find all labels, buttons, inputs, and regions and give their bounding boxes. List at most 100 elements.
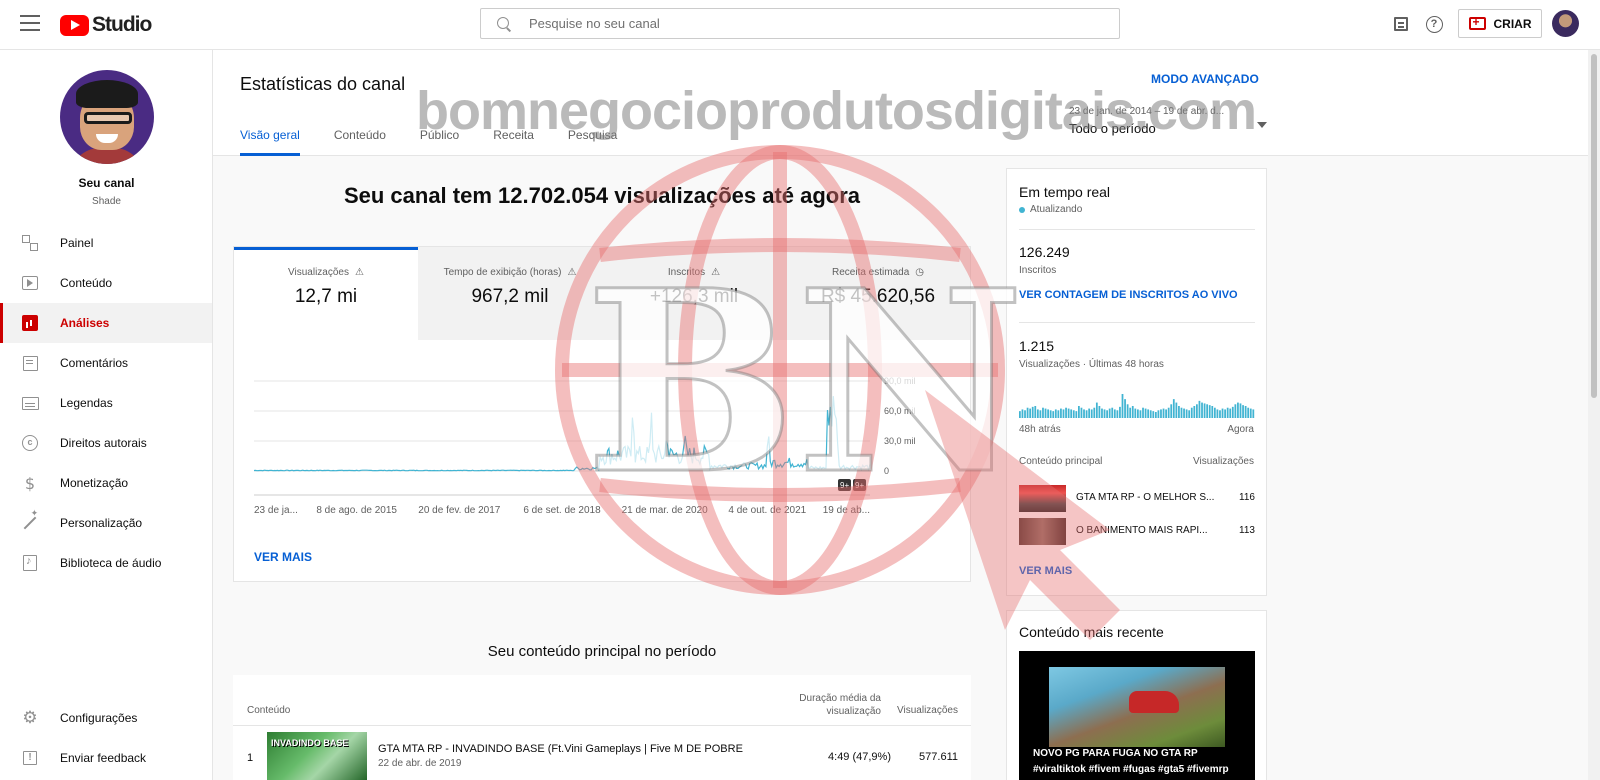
top-content-table: Conteúdo Duração média da visualização V… <box>233 675 971 780</box>
spark-bar <box>1154 412 1157 418</box>
spark-bar <box>1152 411 1155 418</box>
caption-line: NOVO PG PARA FUGA NO GTA RP <box>1033 748 1198 759</box>
spark-bar <box>1137 409 1139 418</box>
sidebar-item-customization[interactable]: Personalização <box>0 503 212 543</box>
spark-bar <box>1221 408 1224 418</box>
spark-bar <box>1144 408 1147 418</box>
list-item[interactable]: O BANIMENTO MAIS RÁPI... 113 <box>1019 518 1255 546</box>
spark-bar <box>1062 409 1065 418</box>
video-views: 116 <box>1239 492 1255 503</box>
sidebar-item-feedback[interactable]: ! Enviar feedback <box>0 738 212 778</box>
sidebar-item-audio-library[interactable]: Biblioteca de áudio <box>0 543 212 583</box>
sidebar-item-content[interactable]: Conteúdo <box>0 263 212 303</box>
recent-content-card: Conteúdo mais recente NOVO PG PARA FUGA … <box>1006 610 1267 780</box>
channel-avatar[interactable] <box>60 70 154 164</box>
see-more-link[interactable]: VER MAIS <box>1019 565 1072 577</box>
analytics-icon <box>21 314 39 332</box>
metric-revenue[interactable]: Receita estimada ◷ R$ 45.620,56 <box>786 247 970 340</box>
video-title[interactable]: GTA MTA RP - INVADINDO BASE (Ft.Vini Gam… <box>378 743 743 755</box>
spark-start-label: 48h atrás <box>1019 424 1061 435</box>
spark-bar <box>1060 408 1062 418</box>
table-row[interactable]: 1 INVADINDO BASE GTA MTA RP - INVADINDO … <box>233 725 971 780</box>
chart-marker-label: 9+ <box>840 481 849 490</box>
tab-content[interactable]: Conteúdo <box>334 122 386 156</box>
video-views: 113 <box>1239 525 1255 536</box>
search-box[interactable] <box>480 8 1120 39</box>
advanced-mode-link[interactable]: MODO AVANÇADO <box>1151 72 1259 86</box>
recent-video-caption: NOVO PG PARA FUGA NO GTA RP #viraltiktok… <box>1033 746 1229 778</box>
search-input[interactable] <box>529 16 1089 31</box>
metric-label: Inscritos <box>667 267 706 278</box>
spark-bar <box>1206 404 1209 418</box>
create-label: CRIAR <box>1493 16 1532 31</box>
spark-bar <box>1078 406 1080 418</box>
spark-bar <box>1098 406 1101 418</box>
x-tick-label: 21 de mar. de 2020 <box>622 505 709 516</box>
account-avatar[interactable] <box>1552 10 1579 37</box>
y-tick-label: 30,0 mil <box>884 436 916 446</box>
sidebar-item-comments[interactable]: Comentários <box>0 343 212 383</box>
spark-bar <box>1065 407 1067 418</box>
spark-bar <box>1103 409 1106 418</box>
spark-bar <box>1183 408 1185 418</box>
spark-bar <box>1198 400 1201 418</box>
studio-logo[interactable]: Studio <box>60 13 152 37</box>
page-scrollbar[interactable] <box>1588 50 1600 780</box>
video-title: GTA MTA RP - O MELHOR S... <box>1076 492 1215 503</box>
live-subscriber-count-link[interactable]: VER CONTAGEM DE INSCRITOS AO VIVO <box>1019 289 1238 301</box>
spark-bar <box>1119 406 1121 418</box>
col-duration-header: Duração média da visualização <box>799 693 881 717</box>
spark-bar <box>1149 410 1152 418</box>
spark-bar <box>1070 409 1073 418</box>
metric-watch-time[interactable]: Tempo de exibição (horas) ⚠ 967,2 mil <box>418 247 602 340</box>
video-thumbnail[interactable]: INVADINDO BASE <box>267 732 367 780</box>
video-thumbnail <box>1019 485 1066 512</box>
tab-overview[interactable]: Visão geral <box>240 122 300 156</box>
video-views: 577.611 <box>919 751 958 763</box>
see-more-link[interactable]: VER MAIS <box>254 550 312 564</box>
tab-revenue[interactable]: Receita <box>493 122 534 156</box>
metric-subscribers[interactable]: Inscritos ⚠ +126,3 mil <box>602 247 786 340</box>
overview-chart-card: Visualizações ⚠ 12,7 mi Tempo de exibição… <box>233 246 971 582</box>
metric-tabs: Visualizações ⚠ 12,7 mi Tempo de exibição… <box>234 247 970 340</box>
scrollbar-thumb[interactable] <box>1591 54 1597 398</box>
sidebar-item-label: Personalização <box>60 516 143 530</box>
spark-bar <box>1072 410 1075 418</box>
x-tick-label: 4 de out. de 2021 <box>728 505 806 516</box>
create-button[interactable]: CRIAR <box>1458 9 1542 38</box>
dashboard-icon <box>21 234 39 252</box>
sidebar-item-analytics[interactable]: Análises <box>0 303 212 343</box>
sidebar-item-dashboard[interactable]: Painel <box>0 223 212 263</box>
y-tick-label: 60,0 mil <box>884 406 916 416</box>
sidebar-item-subtitles[interactable]: Legendas <box>0 383 212 423</box>
metric-views[interactable]: Visualizações ⚠ 12,7 mi <box>234 247 418 340</box>
row-rank: 1 <box>247 752 254 764</box>
metric-label: Visualizações <box>288 267 349 278</box>
logo-text: Studio <box>92 13 152 36</box>
tab-research[interactable]: Pesquisa <box>568 122 617 156</box>
feedback-top-icon[interactable] <box>1390 13 1412 35</box>
date-range-picker[interactable]: 23 de jan. de 2014 – 19 de abr. d... Tod… <box>1069 106 1267 146</box>
spark-bar <box>1088 408 1091 418</box>
spark-bar <box>1162 408 1165 418</box>
spark-bar <box>1249 408 1252 418</box>
spark-bar <box>1106 410 1108 418</box>
clock-icon: ◷ <box>915 267 924 278</box>
sidebar-item-monetization[interactable]: $ Monetização <box>0 463 212 503</box>
tab-audience[interactable]: Público <box>420 122 459 156</box>
menu-icon[interactable] <box>20 15 40 31</box>
sidebar-item-settings[interactable]: ⚙ Configurações <box>0 698 212 738</box>
spark-bar <box>1054 409 1057 418</box>
sidebar-item-copyright[interactable]: c Direitos autorais <box>0 423 212 463</box>
help-icon[interactable]: ? <box>1423 13 1445 35</box>
top-bar: Studio ? CRIAR <box>0 0 1600 50</box>
recent-video-thumbnail[interactable]: NOVO PG PARA FUGA NO GTA RP #viraltiktok… <box>1019 651 1255 780</box>
spark-bar <box>1167 407 1170 418</box>
spark-bar <box>1224 409 1226 418</box>
spark-bar <box>1201 402 1203 418</box>
spark-bar <box>1234 404 1237 418</box>
list-item[interactable]: GTA MTA RP - O MELHOR S... 116 <box>1019 485 1255 513</box>
spark-bar <box>1196 404 1198 418</box>
spark-bar <box>1160 409 1162 418</box>
magic-wand-icon <box>21 514 39 532</box>
